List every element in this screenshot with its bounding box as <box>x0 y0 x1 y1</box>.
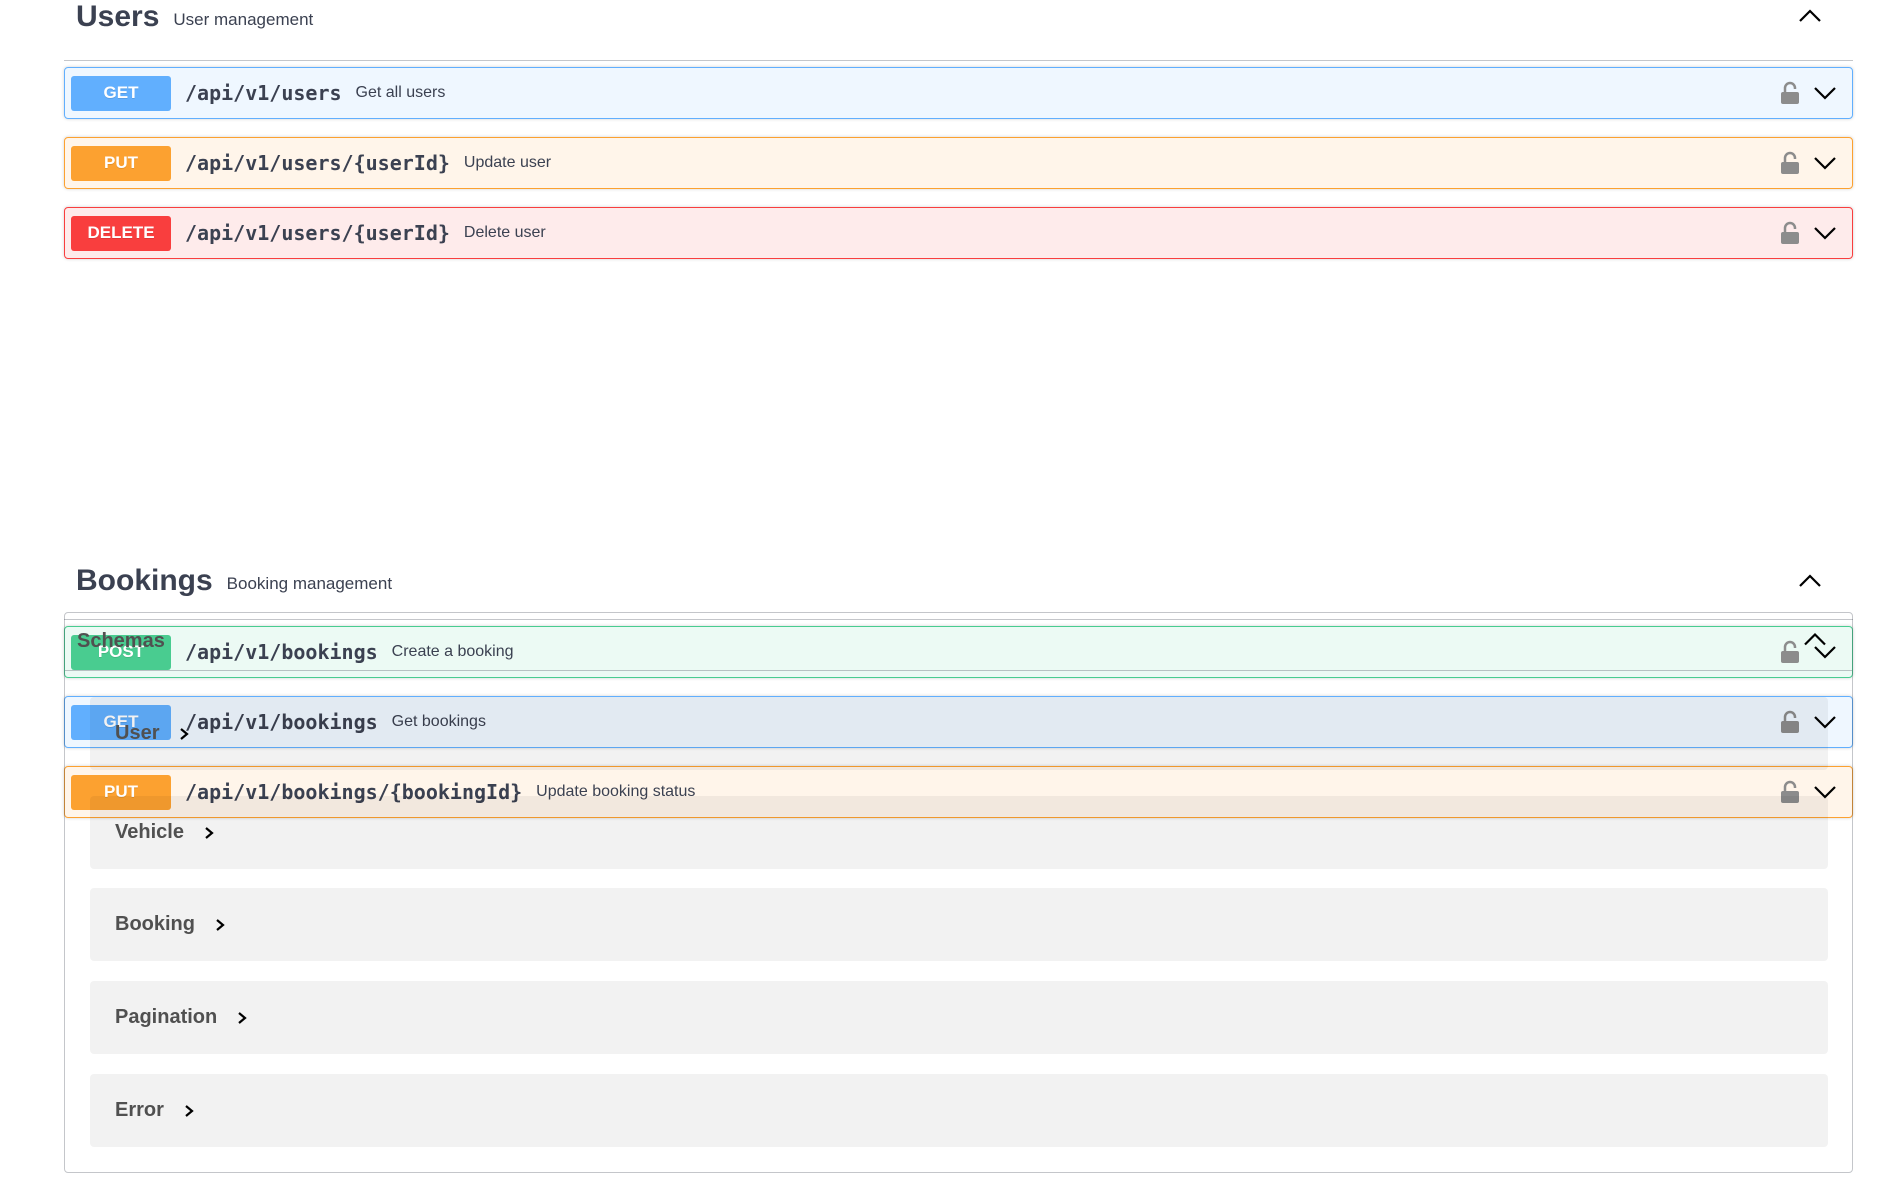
operation-controls <box>1780 150 1838 176</box>
operation-summary: Delete user <box>463 224 546 241</box>
chevron-right-icon[interactable] <box>177 726 191 742</box>
operation-controls <box>1780 80 1838 106</box>
model-name: Error <box>115 1099 164 1121</box>
opblock-get-users[interactable]: GET /api/v1/users Get all users <box>64 67 1853 119</box>
tag-header-bookings[interactable]: Bookings Booking management <box>64 543 1853 620</box>
unlocked-padlock-icon[interactable] <box>1780 221 1800 245</box>
chevron-down-icon[interactable] <box>1812 220 1838 246</box>
chevron-up-icon[interactable] <box>1802 626 1828 657</box>
chevron-right-icon[interactable] <box>202 825 216 841</box>
swagger-page: Users User management GET /api/v1/users … <box>0 0 1900 1200</box>
chevron-right-icon[interactable] <box>235 1010 249 1026</box>
operation-path: /api/v1/users/{userId} <box>185 221 450 245</box>
chevron-up-icon[interactable] <box>1797 3 1823 29</box>
tag-description: Booking management <box>226 574 393 593</box>
tag-section-users: Users User management GET /api/v1/users … <box>64 0 1853 259</box>
model-user[interactable]: User <box>90 697 1828 770</box>
operation-path: /api/v1/users/{userId} <box>185 151 450 175</box>
method-badge: DELETE <box>71 215 171 251</box>
tag-header-users[interactable]: Users User management <box>64 0 1853 61</box>
tag-name: Bookings <box>76 564 213 597</box>
unlocked-padlock-icon[interactable] <box>1780 151 1800 175</box>
model-name: User <box>115 722 160 744</box>
opblock-put-user[interactable]: PUT /api/v1/users/{userId} Update user <box>64 137 1853 189</box>
unlocked-padlock-icon[interactable] <box>1780 81 1800 105</box>
opblock-delete-user[interactable]: DELETE /api/v1/users/{userId} Delete use… <box>64 207 1853 259</box>
operation-path: /api/v1/users <box>185 81 342 105</box>
operation-summary: Get all users <box>355 84 446 101</box>
model-error[interactable]: Error <box>90 1074 1828 1147</box>
chevron-up-icon[interactable] <box>1797 568 1823 594</box>
chevron-down-icon[interactable] <box>1812 150 1838 176</box>
schemas-header[interactable]: Schemas <box>65 613 1852 671</box>
tag-description: User management <box>173 10 314 29</box>
method-badge: PUT <box>71 145 171 181</box>
method-badge: GET <box>71 75 171 111</box>
schemas-title: Schemas <box>77 630 165 652</box>
model-name: Booking <box>115 913 195 935</box>
schemas-section: Schemas User Vehicle Booking Pagination <box>64 612 1853 1173</box>
operation-summary: Update user <box>463 154 552 171</box>
model-name: Vehicle <box>115 821 184 843</box>
model-name: Pagination <box>115 1006 218 1028</box>
model-pagination[interactable]: Pagination <box>90 981 1828 1054</box>
operation-controls <box>1780 220 1838 246</box>
chevron-right-icon[interactable] <box>182 1103 196 1119</box>
model-vehicle[interactable]: Vehicle <box>90 796 1828 869</box>
tag-name: Users <box>76 0 160 33</box>
chevron-down-icon[interactable] <box>1812 80 1838 106</box>
model-booking[interactable]: Booking <box>90 888 1828 961</box>
chevron-right-icon[interactable] <box>213 917 227 933</box>
